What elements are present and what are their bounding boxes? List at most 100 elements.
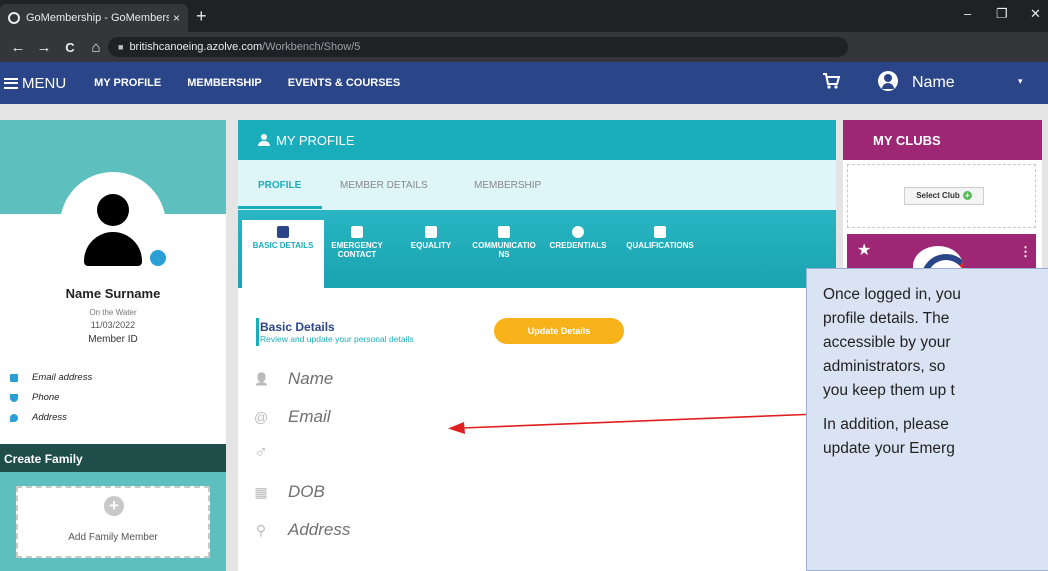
menu-button[interactable]: MENU	[4, 75, 66, 92]
profile-card: Name Surname On the Water 11/03/2022 Mem…	[0, 120, 226, 571]
tab-basic-details[interactable]: BASIC DETAILS	[243, 226, 323, 250]
contact-address: Address	[10, 412, 67, 423]
tab-basic-details-label: BASIC DETAILS	[252, 241, 314, 250]
add-family-member-button[interactable]: + Add Family Member	[16, 486, 210, 558]
tab-emergency-label-2: CONTACT	[337, 250, 377, 259]
tab-credentials[interactable]: CREDENTIALS	[538, 226, 618, 250]
star-icon[interactable]: ★	[857, 240, 871, 260]
url-path: /Workbench/Show/5	[262, 41, 361, 53]
tab-equality[interactable]: EQUALITY	[391, 226, 471, 250]
field-dob-value: DOB	[288, 482, 325, 501]
avatar-head	[97, 194, 129, 226]
home-icon[interactable]: ⌂	[88, 39, 104, 56]
section-accent-bar	[256, 318, 259, 346]
member-status: On the Water	[89, 308, 137, 317]
hamburger-icon	[4, 77, 18, 89]
window-close-icon[interactable]: ✕	[1030, 6, 1041, 22]
location-icon: ⚲	[255, 521, 267, 538]
tab-qualifications-label: QUALIFICATIONS	[626, 241, 694, 250]
instruction-callout: Once logged in, you profile details. The…	[806, 268, 1048, 571]
tab-communications[interactable]: COMMUNICATIO NS	[464, 226, 544, 259]
globe-icon	[8, 12, 20, 24]
camera-icon[interactable]	[148, 248, 168, 268]
calendar-icon: ▦	[254, 483, 268, 500]
new-tab-icon[interactable]: +	[196, 6, 207, 27]
tab-credentials-label: CREDENTIALS	[549, 241, 607, 250]
nav-link-events-courses[interactable]: EVENTS & COURSES	[288, 77, 400, 89]
user-avatar-icon[interactable]	[878, 71, 898, 91]
member-name: Name Surname	[65, 286, 161, 301]
callout-line: profile details. The	[823, 310, 950, 327]
menu-label: MENU	[22, 74, 67, 92]
tab-qualifications[interactable]: QUALIFICATIONS	[612, 226, 708, 250]
field-email-value: Email	[288, 407, 331, 426]
browser-tab-bar: GoMembership - GoMembership × + – ❐ ✕	[0, 0, 1048, 32]
contact-email-text: Email address	[32, 372, 93, 383]
tab-profile[interactable]: PROFILE	[258, 180, 301, 191]
forward-icon[interactable]: →	[36, 39, 52, 56]
star-bookmark-icon[interactable]	[984, 40, 994, 50]
close-tab-icon[interactable]: ×	[173, 11, 180, 25]
minimize-icon[interactable]: –	[964, 6, 971, 21]
field-dob: ▦ DOB	[254, 482, 325, 502]
cart-icon[interactable]	[822, 72, 840, 90]
section-subtitle: Review and update your personal details	[260, 334, 414, 344]
at-icon: @	[254, 409, 269, 425]
field-address-value: Address	[288, 520, 351, 539]
app-nav-bar: MENU MY PROFILE MEMBERSHIP EVENTS & COUR…	[0, 62, 1048, 104]
field-name: 👤 Name	[254, 369, 333, 389]
select-club-box: Select Club +	[847, 164, 1036, 228]
id-badge-icon	[654, 226, 666, 238]
tab-member-details[interactable]: MEMBER DETAILS	[340, 180, 428, 191]
restore-icon[interactable]: ❐	[996, 6, 1008, 22]
plus-circle-icon: +	[962, 191, 972, 200]
gender-icon: ♂	[254, 442, 268, 462]
tab-communications-label-1: COMMUNICATIO	[472, 241, 536, 250]
contact-email: Email address	[10, 372, 92, 383]
callout-line: update your Emerg	[823, 440, 955, 457]
phone-icon	[10, 393, 18, 402]
avatar-body	[84, 232, 142, 266]
callout-line: you keep them up t	[823, 382, 955, 399]
plus-circle-icon: +	[104, 496, 124, 516]
field-email: @ Email	[254, 407, 331, 427]
person-icon: 👤	[254, 372, 269, 386]
lock-icon: ■	[118, 42, 124, 52]
member-date: 11/03/2022	[90, 320, 136, 330]
callout-line: In addition, please	[823, 416, 949, 433]
map-pin-icon	[10, 413, 18, 422]
back-icon[interactable]: ←	[10, 39, 26, 56]
active-tab-underline	[238, 206, 322, 209]
my-profile-title: MY PROFILE	[276, 132, 355, 148]
scales-icon	[425, 226, 437, 238]
url-host: britishcanoeing.azolve.com	[129, 41, 263, 53]
callout-line: accessible by your	[823, 334, 951, 351]
browser-address-bar: ← → C ⌂ ■ britishcanoeing.azolve.com/Wor…	[0, 32, 1048, 82]
field-gender: ♂	[254, 442, 288, 463]
my-profile-header: MY PROFILE	[238, 120, 836, 160]
member-id-label: Member ID	[88, 334, 138, 345]
url-input[interactable]: ■ britishcanoeing.azolve.com/Workbench/S…	[108, 37, 848, 57]
contact-card-icon	[351, 226, 363, 238]
reload-icon[interactable]: C	[62, 40, 78, 55]
my-profile-panel: MY PROFILE PROFILE MEMBER DETAILS MEMBER…	[238, 120, 836, 571]
person-icon	[258, 134, 270, 146]
tab-emergency-label-1: EMERGENCY	[331, 241, 383, 250]
nav-link-my-profile[interactable]: MY PROFILE	[94, 77, 161, 89]
contact-phone: Phone	[10, 392, 59, 403]
user-name[interactable]: Name	[912, 74, 955, 92]
select-club-button[interactable]: Select Club +	[904, 187, 984, 205]
browser-tab[interactable]: GoMembership - GoMembership ×	[0, 4, 188, 32]
create-family-header: Create Family	[0, 444, 226, 472]
chevron-down-icon[interactable]: ▾	[1018, 76, 1023, 87]
callout-line: administrators, so	[823, 358, 946, 375]
nav-link-membership[interactable]: MEMBERSHIP	[187, 77, 262, 89]
tab-membership[interactable]: MEMBERSHIP	[474, 180, 541, 191]
browser-tab-title: GoMembership - GoMembership	[26, 12, 169, 24]
field-name-value: Name	[288, 369, 334, 388]
kebab-menu-icon[interactable]: ⋮	[1019, 244, 1032, 260]
envelope-icon	[10, 373, 18, 382]
annotation-arrow	[448, 413, 819, 434]
update-details-button[interactable]: Update Details	[494, 318, 624, 344]
tab-emergency-contact[interactable]: EMERGENCY CONTACT	[317, 226, 397, 259]
